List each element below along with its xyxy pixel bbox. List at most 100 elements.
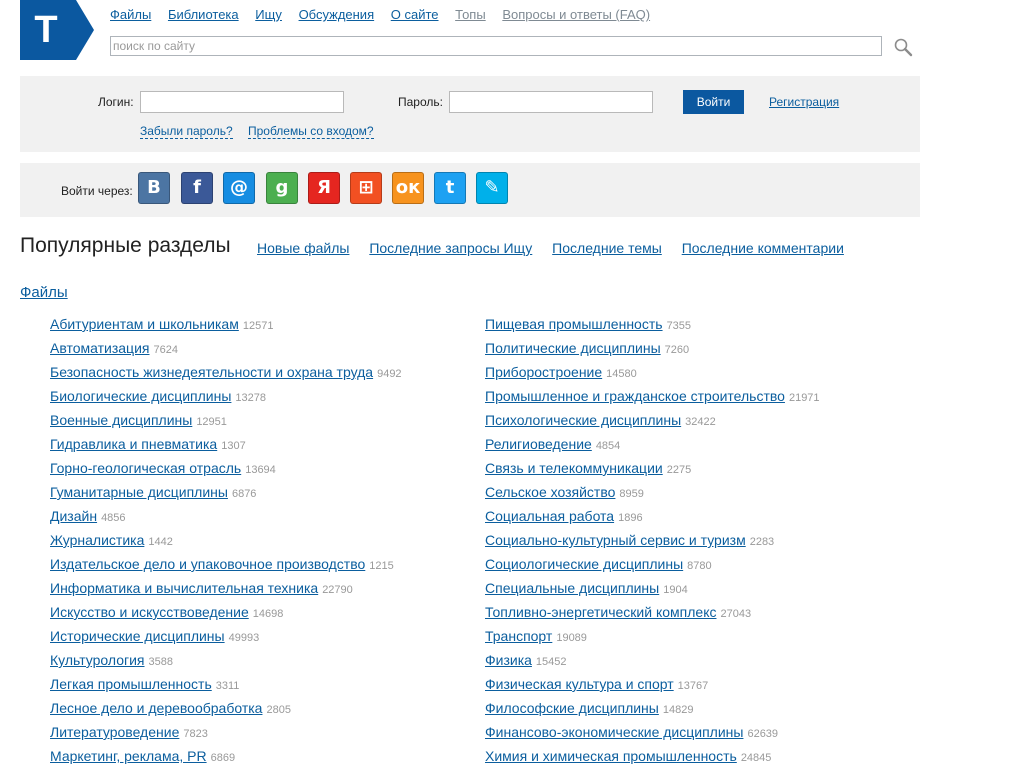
category-count: 2805	[266, 704, 291, 716]
logo-shape: T	[20, 0, 94, 60]
category-link[interactable]: Транспорт	[485, 628, 552, 644]
category-link[interactable]: Приборостроение	[485, 364, 602, 380]
search-icon[interactable]	[893, 37, 913, 57]
category-item: Гидравлика и пневматика 1307	[50, 432, 402, 456]
category-link[interactable]: Топливно-энергетический комплекс	[485, 604, 716, 620]
nav-item-faq[interactable]: Вопросы и ответы (FAQ)	[502, 7, 650, 22]
category-link[interactable]: Социальная работа	[485, 508, 614, 524]
category-link[interactable]: Религиоведение	[485, 436, 592, 452]
nav-item-about[interactable]: О сайте	[391, 7, 439, 22]
category-link[interactable]: Литературоведение	[50, 724, 179, 740]
category-count: 7823	[183, 728, 208, 740]
category-link[interactable]: Горно-геологическая отрасль	[50, 460, 241, 476]
category-count: 4856	[101, 512, 126, 524]
category-link[interactable]: Искусство и искусствоведение	[50, 604, 249, 620]
category-link[interactable]: Физическая культура и спорт	[485, 676, 674, 692]
category-item: Сельское хозяйство 8959	[485, 480, 820, 504]
password-label: Пароль:	[398, 95, 443, 109]
category-item: Абитуриентам и школьникам 12571	[50, 312, 402, 336]
password-input[interactable]	[449, 91, 653, 113]
windows-live-icon[interactable]: ⊞	[350, 172, 382, 204]
category-link[interactable]: Информатика и вычислительная техника	[50, 580, 318, 596]
category-link[interactable]: Философские дисциплины	[485, 700, 659, 716]
nav-item-library[interactable]: Библиотека	[168, 7, 239, 22]
category-count: 13694	[245, 464, 276, 476]
category-link[interactable]: Промышленное и гражданское строительство	[485, 388, 785, 404]
category-link[interactable]: Легкая промышленность	[50, 676, 212, 692]
facebook-icon[interactable]: f	[181, 172, 213, 204]
category-link[interactable]: Связь и телекоммуникации	[485, 460, 663, 476]
category-link[interactable]: Абитуриентам и школьникам	[50, 316, 239, 332]
category-item: Физика 15452	[485, 648, 820, 672]
category-item: Финансово-экономические дисциплины 62639	[485, 720, 820, 744]
twitter-icon[interactable]: t	[434, 172, 466, 204]
category-link[interactable]: Химия и химическая промышленность	[485, 748, 737, 764]
category-count: 14698	[252, 608, 284, 620]
category-item: Гуманитарные дисциплины 6876	[50, 480, 402, 504]
login-submit-button[interactable]: Войти	[683, 90, 744, 114]
category-link[interactable]: Гидравлика и пневматика	[50, 436, 217, 452]
mailru-icon[interactable]: @	[223, 172, 255, 204]
category-count: 22790	[322, 584, 353, 596]
category-link[interactable]: Биологические дисциплины	[50, 388, 231, 404]
logo-letter: T	[34, 9, 57, 51]
tab-latest-comments[interactable]: Последние комментарии	[682, 240, 844, 256]
odnoklassniki-icon[interactable]: ок	[392, 172, 424, 204]
category-link[interactable]: Физика	[485, 652, 532, 668]
category-link[interactable]: Журналистика	[50, 532, 144, 548]
category-item: Искусство и искусствоведение 14698	[50, 600, 402, 624]
category-link[interactable]: Дизайн	[50, 508, 97, 524]
nav-item-discussions[interactable]: Обсуждения	[299, 7, 375, 22]
site-logo[interactable]: T	[20, 0, 94, 60]
category-link[interactable]: Издательское дело и упаковочное производ…	[50, 556, 365, 572]
category-link[interactable]: Исторические дисциплины	[50, 628, 225, 644]
category-count: 8959	[619, 488, 644, 500]
nav-item-files[interactable]: Файлы	[110, 7, 151, 22]
category-link[interactable]: Социально-культурный сервис и туризм	[485, 532, 746, 548]
category-link[interactable]: Культурология	[50, 652, 145, 668]
category-count: 21971	[788, 392, 820, 404]
category-count: 12951	[196, 416, 227, 428]
category-count: 19089	[556, 632, 587, 644]
category-link[interactable]: Финансово-экономические дисциплины	[485, 724, 743, 740]
category-item: Психологические дисциплины 32422	[485, 408, 820, 432]
category-count: 6869	[210, 752, 236, 764]
category-item: Исторические дисциплины 49993	[50, 624, 402, 648]
category-link[interactable]: Политические дисциплины	[485, 340, 661, 356]
category-link[interactable]: Пищевая промышленность	[485, 316, 663, 332]
google-icon[interactable]: g	[266, 172, 298, 204]
category-link[interactable]: Военные дисциплины	[50, 412, 192, 428]
category-item: Специальные дисциплины 1904	[485, 576, 820, 600]
files-heading-link[interactable]: Файлы	[20, 284, 68, 301]
category-link[interactable]: Безопасность жизнедеятельности и охрана …	[50, 364, 373, 380]
category-item: Топливно-энергетический комплекс 27043	[485, 600, 820, 624]
category-count: 24845	[740, 752, 772, 764]
nav-item-search-requests[interactable]: Ищу	[255, 7, 282, 22]
category-link[interactable]: Социологические дисциплины	[485, 556, 683, 572]
category-count: 1307	[221, 440, 246, 452]
vkontakte-icon[interactable]: В	[138, 172, 170, 204]
forgot-password-link[interactable]: Забыли пароль?	[140, 124, 233, 139]
category-link[interactable]: Психологические дисциплины	[485, 412, 681, 428]
category-link[interactable]: Специальные дисциплины	[485, 580, 659, 596]
category-link[interactable]: Маркетинг, реклама, PR	[50, 748, 207, 764]
category-item: Социально-культурный сервис и туризм 2283	[485, 528, 820, 552]
login-problems-link[interactable]: Проблемы со входом?	[248, 124, 374, 139]
login-input[interactable]	[140, 91, 344, 113]
category-item: Автоматизация 7624	[50, 336, 402, 360]
category-link[interactable]: Автоматизация	[50, 340, 149, 356]
tab-new-files[interactable]: Новые файлы	[257, 240, 349, 256]
tab-latest-topics[interactable]: Последние темы	[552, 240, 662, 256]
livejournal-icon[interactable]: ✎	[476, 172, 508, 204]
nav-item-tops[interactable]: Топы	[455, 7, 486, 22]
category-item: Издательское дело и упаковочное производ…	[50, 552, 402, 576]
site-search-input[interactable]	[110, 36, 882, 56]
category-link[interactable]: Лесное дело и деревообработка	[50, 700, 262, 716]
tab-latest-requests[interactable]: Последние запросы Ищу	[369, 240, 532, 256]
odnoklassniki-icon-glyph: ок	[395, 177, 421, 198]
yandex-icon[interactable]: Я	[308, 172, 340, 204]
category-link[interactable]: Сельское хозяйство	[485, 484, 615, 500]
register-link[interactable]: Регистрация	[769, 95, 839, 109]
category-item: Пищевая промышленность 7355	[485, 312, 820, 336]
category-link[interactable]: Гуманитарные дисциплины	[50, 484, 228, 500]
